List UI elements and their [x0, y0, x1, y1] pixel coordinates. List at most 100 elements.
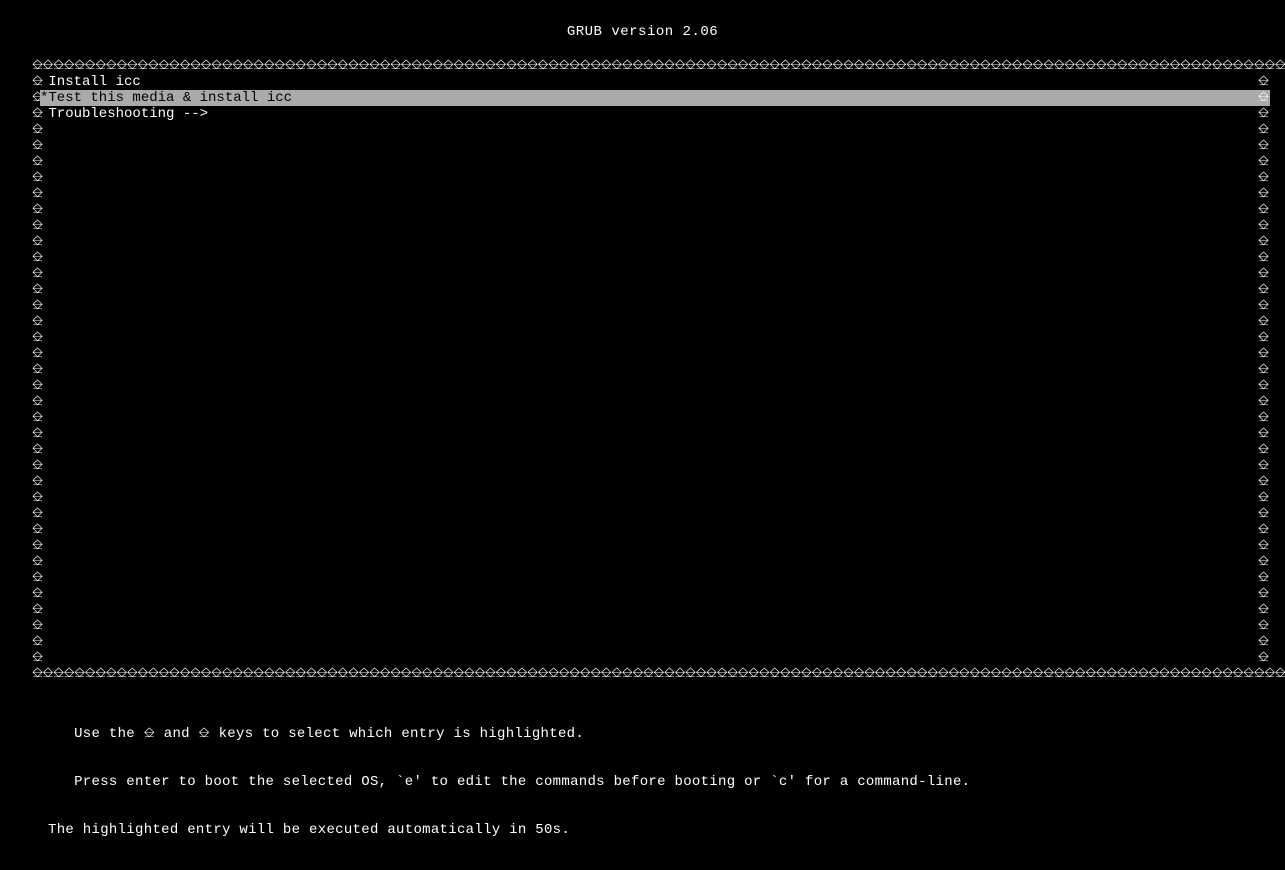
- border-right-glyph: ⎒: [1258, 618, 1269, 634]
- border-top: ⎒⎒⎒⎒⎒⎒⎒⎒⎒⎒⎒⎒⎒⎒⎒⎒⎒⎒⎒⎒⎒⎒⎒⎒⎒⎒⎒⎒⎒⎒⎒⎒⎒⎒⎒⎒⎒⎒⎒⎒…: [0, 58, 1285, 74]
- menu-row: ⎒⎒: [32, 442, 1285, 458]
- menu-row: ⎒⎒: [32, 458, 1285, 474]
- border-left-glyph: ⎒: [32, 458, 43, 474]
- menu-row: ⎒⎒: [32, 410, 1285, 426]
- border-right-glyph: ⎒: [1258, 202, 1269, 218]
- menu-item[interactable]: Troubleshooting -->: [40, 106, 1270, 122]
- border-left-glyph: ⎒: [32, 506, 43, 522]
- border-right-glyph: ⎒: [1258, 282, 1269, 298]
- menu-item[interactable]: *Test this media & install icc: [40, 90, 1270, 106]
- border-left-glyph: ⎒: [32, 426, 43, 442]
- border-right-glyph: ⎒: [1258, 250, 1269, 266]
- border-right-glyph: ⎒: [1258, 138, 1269, 154]
- border-left-glyph: ⎒: [32, 490, 43, 506]
- border-left-glyph: ⎒: [32, 346, 43, 362]
- border-right-glyph: ⎒: [1258, 186, 1269, 202]
- border-right-glyph: ⎒: [1258, 586, 1269, 602]
- menu-row: ⎒⎒: [32, 490, 1285, 506]
- border-left-glyph: ⎒: [32, 522, 43, 538]
- menu-row: ⎒⎒: [32, 426, 1285, 442]
- menu-row: ⎒⎒: [32, 298, 1285, 314]
- footer-line-1: Use the ⎒ and ⎒ keys to select which ent…: [48, 726, 1285, 742]
- border-right-glyph: ⎒: [1258, 442, 1269, 458]
- border-left-glyph: ⎒: [32, 538, 43, 554]
- menu-row: ⎒⎒: [32, 186, 1285, 202]
- border-right-glyph: ⎒: [1258, 266, 1269, 282]
- border-left-glyph: ⎒: [32, 634, 43, 650]
- border-right-glyph: ⎒: [1258, 394, 1269, 410]
- grub-header: GRUB version 2.06: [0, 24, 1285, 40]
- border-right-glyph: ⎒: [1258, 74, 1269, 90]
- border-right-glyph: ⎒: [1258, 458, 1269, 474]
- border-left-glyph: ⎒: [32, 410, 43, 426]
- border-left-glyph: ⎒: [32, 586, 43, 602]
- border-right-glyph: ⎒: [1258, 330, 1269, 346]
- menu-row: ⎒⎒: [32, 218, 1285, 234]
- header-text: GRUB version 2.06: [567, 24, 718, 40]
- menu-item[interactable]: Install icc: [40, 74, 1270, 90]
- border-left-glyph: ⎒: [32, 122, 43, 138]
- menu-row: ⎒⎒: [32, 170, 1285, 186]
- border-left-glyph: ⎒: [32, 202, 43, 218]
- menu-row: ⎒⎒: [32, 330, 1285, 346]
- menu-row: ⎒ Install icc⎒: [32, 74, 1285, 90]
- border-left-glyph: ⎒: [32, 138, 43, 154]
- border-right-glyph: ⎒: [1258, 234, 1269, 250]
- border-right-glyph: ⎒: [1258, 218, 1269, 234]
- border-right-glyph: ⎒: [1258, 170, 1269, 186]
- border-right-glyph: ⎒: [1258, 538, 1269, 554]
- border-right-glyph: ⎒: [1258, 650, 1269, 666]
- menu-row: ⎒⎒: [32, 138, 1285, 154]
- footer: Use the ⎒ and ⎒ keys to select which ent…: [0, 682, 1285, 870]
- border-right-glyph: ⎒: [1258, 474, 1269, 490]
- menu-box[interactable]: ⎒ Install icc⎒⎒*Test this media & instal…: [0, 74, 1285, 666]
- border-right-glyph: ⎒: [1258, 522, 1269, 538]
- menu-row: ⎒⎒: [32, 650, 1285, 666]
- menu-row: ⎒⎒: [32, 314, 1285, 330]
- border-left-glyph: ⎒: [32, 394, 43, 410]
- border-bottom: ⎒⎒⎒⎒⎒⎒⎒⎒⎒⎒⎒⎒⎒⎒⎒⎒⎒⎒⎒⎒⎒⎒⎒⎒⎒⎒⎒⎒⎒⎒⎒⎒⎒⎒⎒⎒⎒⎒⎒⎒…: [0, 666, 1285, 682]
- border-left-glyph: ⎒: [32, 154, 43, 170]
- border-right-glyph: ⎒: [1258, 362, 1269, 378]
- menu-row: ⎒*Test this media & install icc⎒: [32, 90, 1285, 106]
- border-left-glyph: ⎒: [32, 170, 43, 186]
- footer-line-3: The highlighted entry will be executed a…: [48, 822, 1285, 838]
- menu-row: ⎒⎒: [32, 346, 1285, 362]
- border-left-glyph: ⎒: [32, 362, 43, 378]
- menu-row: ⎒⎒: [32, 586, 1285, 602]
- menu-row: ⎒⎒: [32, 602, 1285, 618]
- border-left-glyph: ⎒: [32, 330, 43, 346]
- menu-row: ⎒⎒: [32, 250, 1285, 266]
- menu-row: ⎒⎒: [32, 618, 1285, 634]
- menu-row: ⎒⎒: [32, 554, 1285, 570]
- border-left-glyph: ⎒: [32, 234, 43, 250]
- border-right-glyph: ⎒: [1258, 298, 1269, 314]
- border-right-glyph: ⎒: [1258, 490, 1269, 506]
- border-right-glyph: ⎒: [1258, 634, 1269, 650]
- menu-row: ⎒⎒: [32, 538, 1285, 554]
- border-right-glyph: ⎒: [1258, 506, 1269, 522]
- border-left-glyph: ⎒: [32, 378, 43, 394]
- border-left-glyph: ⎒: [32, 570, 43, 586]
- border-left-glyph: ⎒: [32, 250, 43, 266]
- menu-row: ⎒⎒: [32, 122, 1285, 138]
- menu-row: ⎒⎒: [32, 282, 1285, 298]
- border-right-glyph: ⎒: [1258, 106, 1269, 122]
- menu-row: ⎒⎒: [32, 634, 1285, 650]
- footer-line-2: Press enter to boot the selected OS, `e'…: [48, 774, 1285, 790]
- menu-row: ⎒ Troubleshooting -->⎒: [32, 106, 1285, 122]
- border-right-glyph: ⎒: [1258, 122, 1269, 138]
- menu-row: ⎒⎒: [32, 394, 1285, 410]
- border-left-glyph: ⎒: [32, 218, 43, 234]
- border-left-glyph: ⎒: [32, 554, 43, 570]
- border-right-glyph: ⎒: [1258, 90, 1269, 106]
- border-right-glyph: ⎒: [1258, 426, 1269, 442]
- border-left-glyph: ⎒: [32, 442, 43, 458]
- border-left-glyph: ⎒: [32, 298, 43, 314]
- menu-row: ⎒⎒: [32, 474, 1285, 490]
- menu-row: ⎒⎒: [32, 506, 1285, 522]
- border-left-glyph: ⎒: [32, 186, 43, 202]
- border-right-glyph: ⎒: [1258, 554, 1269, 570]
- menu-row: ⎒⎒: [32, 266, 1285, 282]
- border-left-glyph: ⎒: [32, 650, 43, 666]
